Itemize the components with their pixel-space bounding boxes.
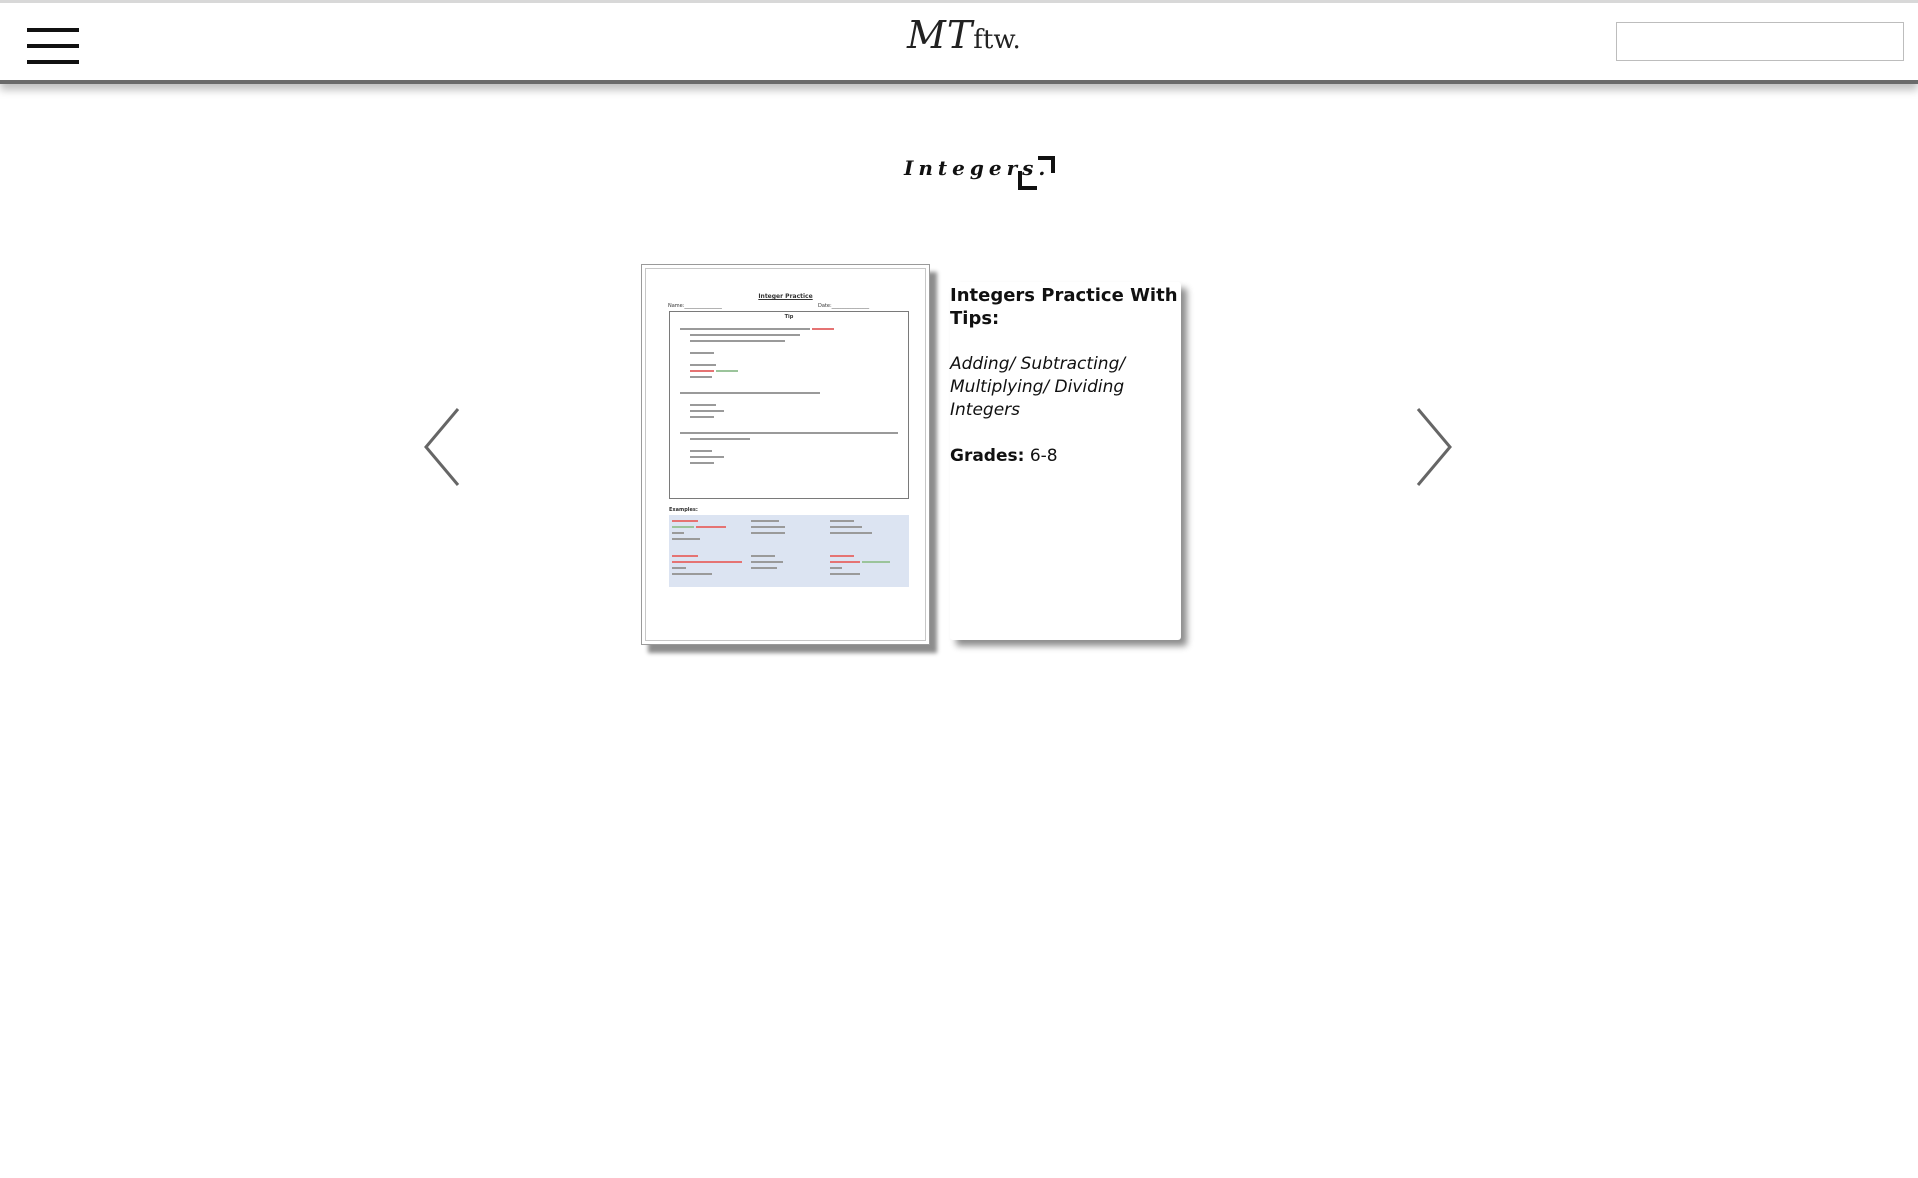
text-line xyxy=(690,340,785,342)
text-line xyxy=(690,334,800,336)
text-line xyxy=(830,555,854,557)
text-line xyxy=(690,370,714,372)
text-line xyxy=(690,376,712,378)
grades-label: Grades: xyxy=(950,446,1025,466)
text-line xyxy=(690,456,724,458)
chevron-right-icon[interactable] xyxy=(1414,405,1454,489)
text-line xyxy=(672,561,742,563)
card-subtitle: Adding/ Subtracting/ Multiplying/ Dividi… xyxy=(950,354,1126,420)
worksheet-title: Integer Practice xyxy=(758,293,813,300)
chevron-left-icon[interactable] xyxy=(422,405,462,489)
worksheet-page: Integer Practice Name:_______________ Da… xyxy=(645,268,926,641)
text-line xyxy=(690,410,724,412)
worksheet-name-field: Name:_______________ xyxy=(668,303,722,309)
worksheet-tip-heading: Tip xyxy=(784,314,794,320)
text-line xyxy=(690,404,716,406)
text-line xyxy=(672,567,686,569)
text-line xyxy=(690,438,750,440)
text-line xyxy=(830,567,842,569)
card-grades: Grades: 6-8 xyxy=(950,445,1181,468)
resource-info-card[interactable]: Integers Practice With Tips: Adding/ Sub… xyxy=(950,282,1181,640)
text-line xyxy=(862,561,890,563)
fullscreen-icon[interactable] xyxy=(1018,154,1056,192)
worksheet-tip-box: Tip xyxy=(669,311,909,499)
text-line xyxy=(680,432,898,434)
worksheet-meta: Name:_______________ Date:______________… xyxy=(668,303,908,309)
text-line xyxy=(690,364,716,366)
table-cell xyxy=(751,553,829,586)
text-line xyxy=(751,526,785,528)
text-line xyxy=(690,416,714,418)
worksheet-examples-label: Examples: xyxy=(669,507,698,513)
text-line xyxy=(690,462,714,464)
text-line xyxy=(751,567,777,569)
text-line xyxy=(672,520,698,522)
text-line xyxy=(751,561,783,563)
text-line xyxy=(690,352,714,354)
text-line xyxy=(672,573,712,575)
text-line xyxy=(812,328,834,330)
search-input[interactable] xyxy=(1616,22,1904,61)
text-line xyxy=(680,392,820,394)
text-line xyxy=(830,520,854,522)
top-bar: MTftw. xyxy=(0,0,1918,80)
text-line xyxy=(696,526,726,528)
text-line xyxy=(680,328,810,330)
logo-sub: ftw. xyxy=(973,25,1021,55)
text-line xyxy=(672,526,694,528)
text-line xyxy=(751,555,775,557)
hamburger-menu-icon[interactable] xyxy=(27,28,79,68)
card-title: Integers Practice With Tips: xyxy=(950,285,1178,329)
table-cell xyxy=(830,553,908,586)
menu-line xyxy=(27,28,79,32)
text-line xyxy=(751,520,779,522)
table-cell xyxy=(751,518,829,551)
text-line xyxy=(751,532,785,534)
logo-main: MT xyxy=(907,13,974,57)
text-line xyxy=(830,526,862,528)
worksheet-examples-table xyxy=(669,515,909,587)
text-line xyxy=(830,561,860,563)
menu-line xyxy=(27,44,79,48)
grades-value: 6-8 xyxy=(1029,446,1058,466)
worksheet-preview[interactable]: Integer Practice Name:_______________ Da… xyxy=(641,264,930,645)
text-line xyxy=(672,538,700,540)
menu-line xyxy=(27,60,79,64)
table-cell xyxy=(672,553,750,586)
text-line xyxy=(672,555,698,557)
text-line xyxy=(830,532,872,534)
site-logo[interactable]: MTftw. xyxy=(907,13,1021,57)
text-line xyxy=(716,370,738,372)
worksheet-date-field: Date:_______________ xyxy=(818,303,870,309)
text-line xyxy=(830,573,860,575)
text-line xyxy=(672,532,684,534)
text-line xyxy=(690,450,712,452)
table-cell xyxy=(830,518,908,551)
table-cell xyxy=(672,518,750,551)
